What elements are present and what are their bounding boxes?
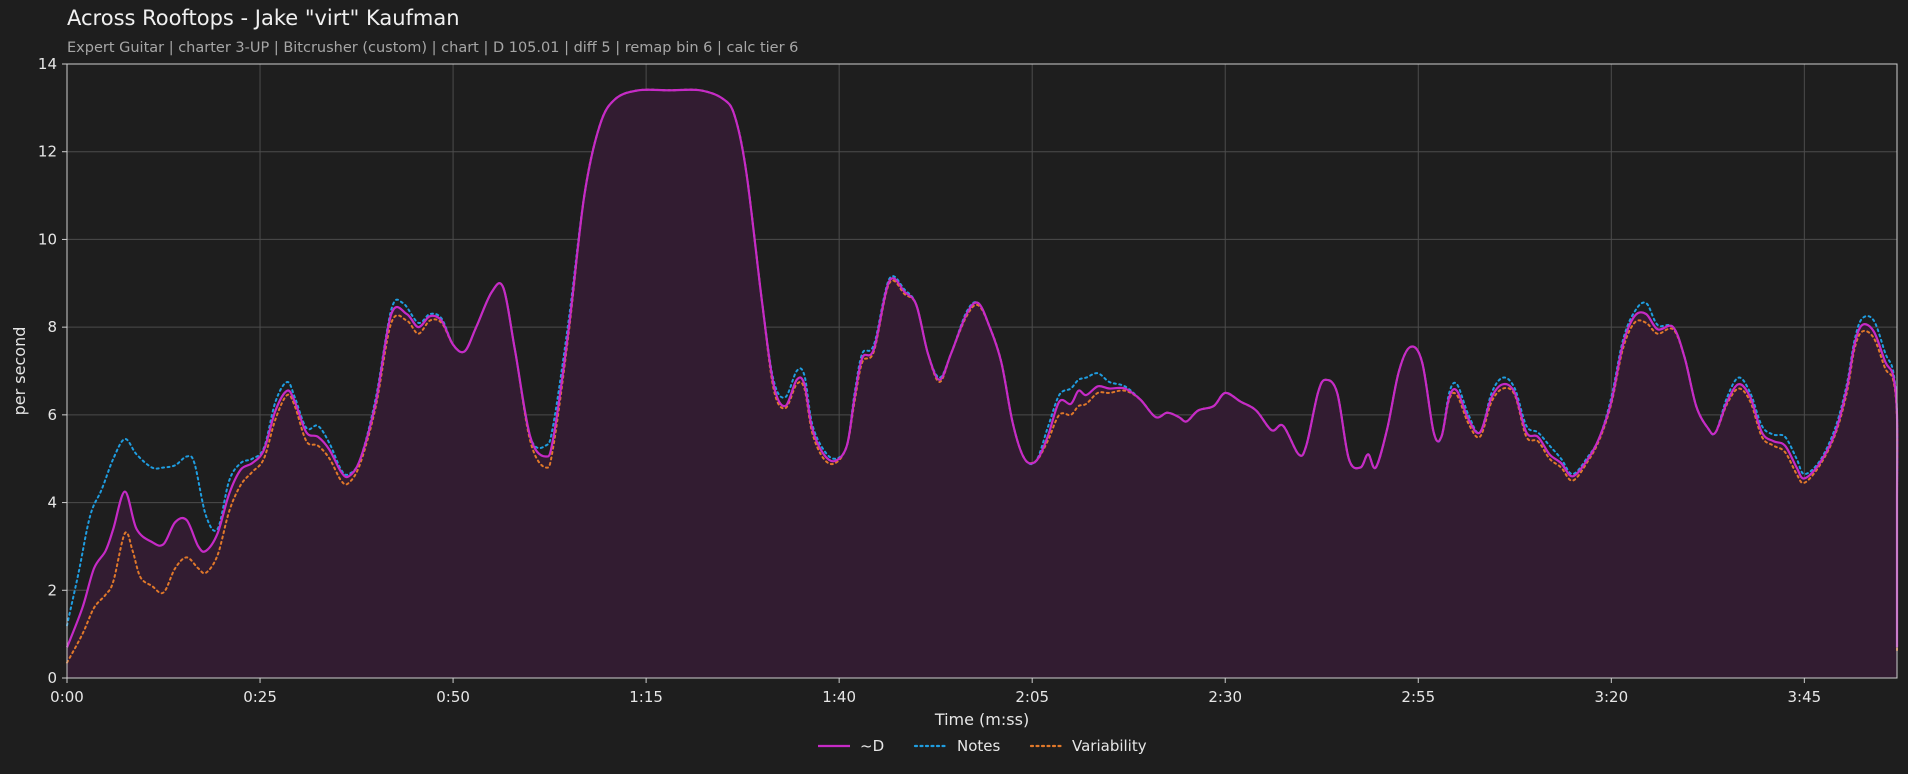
series-layer xyxy=(65,88,1899,678)
x-tick-label: 2:05 xyxy=(1015,688,1049,706)
y-tick-label: 10 xyxy=(38,230,57,248)
x-tick-label: 2:55 xyxy=(1401,688,1435,706)
legend-label: Notes xyxy=(957,737,1001,755)
y-tick-label: 12 xyxy=(38,143,57,161)
legend: ~D Notes Variability xyxy=(818,737,1147,755)
x-tick-label: 0:25 xyxy=(243,688,277,706)
y-tick-label: 14 xyxy=(38,55,57,73)
series-d-area-fill xyxy=(67,89,1898,678)
x-axis-label: Time (m:ss) xyxy=(934,710,1029,729)
legend-variability: Variability xyxy=(1029,737,1147,755)
x-tick-label: 1:15 xyxy=(629,688,663,706)
y-tick-label: 8 xyxy=(47,318,57,336)
legend-notes: Notes xyxy=(913,737,1001,755)
legend-label: ~D xyxy=(860,737,884,755)
x-tick-label: 0:00 xyxy=(50,688,84,706)
x-tick-label: 2:30 xyxy=(1208,688,1242,706)
legend-d: ~D xyxy=(818,737,884,755)
y-tick-label: 4 xyxy=(47,494,57,512)
x-tick-label: 1:40 xyxy=(822,688,856,706)
y-tick-label: 6 xyxy=(47,406,57,424)
y-axis-label: per second xyxy=(10,327,29,416)
legend-label: Variability xyxy=(1072,737,1147,755)
x-tick-label: 0:50 xyxy=(436,688,470,706)
x-tick-label: 3:20 xyxy=(1594,688,1628,706)
chart-svg: 0:00 0:25 0:50 1:15 1:40 2:05 2:30 2:55 3:20 3:45… xyxy=(10,55,1899,755)
y-tick-label: 0 xyxy=(47,669,57,687)
x-tick-label: 3:45 xyxy=(1787,688,1821,706)
y-tick-label: 2 xyxy=(47,581,57,599)
